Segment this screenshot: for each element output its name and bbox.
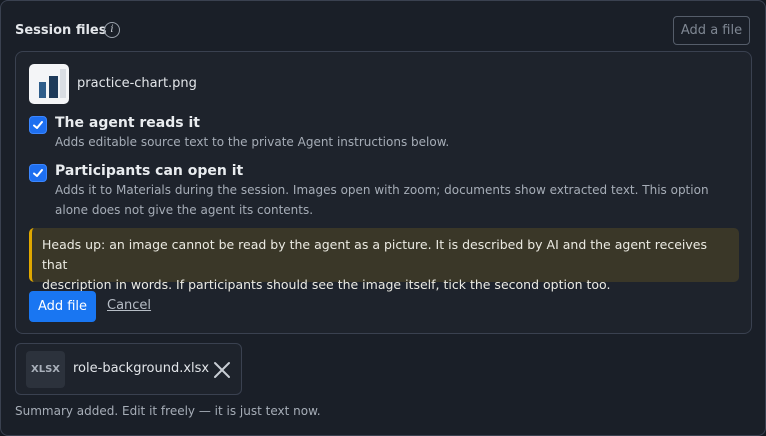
- xlsx-file-icon: XLSX: [26, 351, 65, 388]
- attached-file-chip: XLSX role-background.xlsx: [15, 343, 242, 395]
- agent-reads-description: Adds editable source text to the private…: [55, 135, 450, 149]
- notice-line2: description in words. If participants sh…: [42, 277, 611, 292]
- cancel-button[interactable]: Cancel: [107, 298, 151, 313]
- add-file-button[interactable]: Add file: [29, 291, 96, 322]
- checkmark-icon: [33, 121, 43, 129]
- add-a-file-button[interactable]: Add a file: [673, 16, 750, 45]
- participants-open-checkbox[interactable]: [29, 164, 47, 182]
- image-thumbnail: [29, 64, 69, 104]
- info-icon[interactable]: i: [104, 22, 120, 38]
- section-title: Session files: [15, 23, 107, 38]
- session-files-panel: Session files i Add a file practice-char…: [0, 0, 766, 436]
- participants-open-description-line1: Adds it to Materials during the session.…: [55, 183, 709, 197]
- pending-file-name: practice-chart.png: [77, 76, 197, 91]
- attached-file-name: role-background.xlsx: [73, 361, 210, 376]
- agent-reads-title: The agent reads it: [55, 115, 200, 131]
- checkmark-icon: [33, 169, 43, 177]
- participants-open-description-line2: alone does not give the agent its conten…: [55, 203, 314, 217]
- participants-open-title: Participants can open it: [55, 163, 244, 179]
- image-notice: Heads up: an image cannot be read by the…: [29, 228, 739, 292]
- pending-file-card: practice-chart.png The agent reads it Ad…: [15, 51, 752, 334]
- summary-status: Summary added. Edit it freely — it is ju…: [15, 404, 321, 418]
- agent-reads-checkbox[interactable]: [29, 116, 47, 134]
- close-icon[interactable]: [212, 360, 232, 380]
- notice-line1: Heads up: an image cannot be read by the…: [42, 237, 707, 272]
